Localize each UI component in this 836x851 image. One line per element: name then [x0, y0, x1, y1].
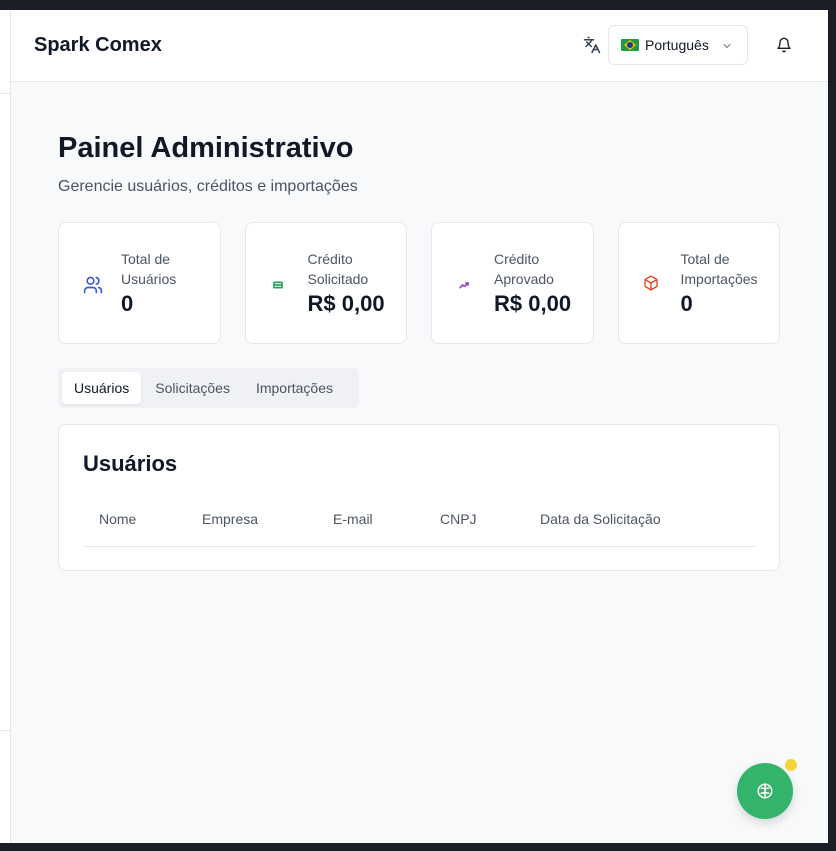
- users-panel: Usuários Nome Empresa E-mail CNPJ Data d…: [58, 424, 780, 571]
- users-icon: [83, 276, 103, 294]
- bell-icon[interactable]: [776, 36, 792, 54]
- tab-users[interactable]: Usuários: [62, 372, 142, 404]
- package-icon: [643, 275, 658, 291]
- brain-icon: [757, 783, 773, 799]
- assistant-fab-button[interactable]: [737, 763, 793, 819]
- stat-value: 0: [680, 291, 693, 316]
- panel-title: Usuários: [83, 451, 178, 476]
- stat-card-total-users: Total de Usuários 0: [58, 222, 221, 344]
- language-select-value: Português: [645, 37, 709, 53]
- stats-row: Total de Usuários 0 Crédito Solicitado R…: [58, 222, 780, 344]
- stat-label: Total de Usuários: [121, 251, 177, 287]
- stat-card-credit-requested: Crédito Solicitado R$ 0,00: [244, 222, 407, 344]
- chevron-down-icon: [723, 44, 731, 48]
- column-header-cnpj: CNPJ: [440, 511, 477, 527]
- credit-card-icon: [272, 281, 283, 289]
- stat-card-credit-approved: Crédito Aprovado R$ 0,00: [431, 222, 594, 344]
- tab-imports[interactable]: Importações: [244, 372, 345, 404]
- tab-list: Usuários Solicitações Importações: [58, 368, 359, 408]
- column-header-email: E-mail: [333, 511, 373, 527]
- sidebar-divider: [0, 93, 11, 94]
- translate-icon[interactable]: [583, 36, 601, 54]
- table-header: Nome Empresa E-mail CNPJ Data da Solicit…: [83, 511, 755, 547]
- column-header-company: Empresa: [202, 511, 259, 527]
- page-subtitle: Gerencie usuários, créditos e importaçõe…: [58, 178, 358, 195]
- brand-title: Spark Comex: [34, 34, 162, 56]
- stat-label: Total de Importações: [680, 251, 758, 287]
- tab-requests[interactable]: Solicitações: [143, 372, 242, 404]
- top-header: Spark Comex Português: [11, 10, 828, 82]
- stat-label: Crédito Aprovado: [494, 251, 554, 287]
- sidebar-edge: [0, 10, 11, 843]
- page-title: Painel Administrativo: [58, 132, 354, 164]
- stat-value: 0: [121, 291, 134, 316]
- language-select[interactable]: Português: [608, 25, 748, 65]
- stat-card-total-imports: Total de Importações 0: [617, 222, 780, 344]
- column-header-name: Nome: [99, 511, 137, 527]
- app-window: Spark Comex Português Painel Administrat…: [0, 10, 828, 843]
- stat-label: Crédito Solicitado: [307, 251, 369, 287]
- stat-value: R$ 0,00: [494, 291, 572, 316]
- column-header-request-date: Data da Solicitação: [540, 511, 661, 527]
- trending-up-icon: [459, 282, 469, 289]
- notification-badge: [785, 759, 797, 771]
- sidebar-divider: [0, 730, 11, 731]
- brazil-flag-icon: [621, 39, 639, 51]
- stat-value: R$ 0,00: [307, 291, 385, 316]
